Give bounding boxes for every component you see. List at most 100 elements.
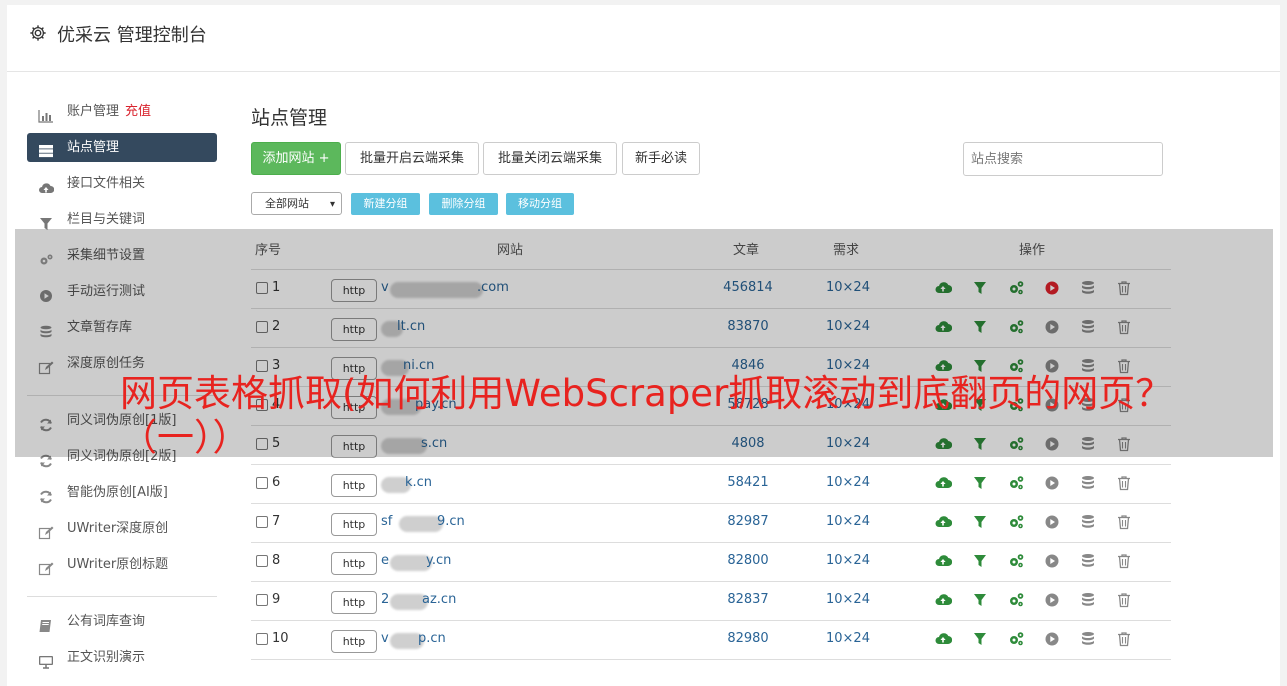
gear-icon: [30, 25, 46, 41]
new-group-button[interactable]: 新建分组: [351, 193, 420, 215]
cloud-upload-icon[interactable]: [934, 591, 953, 609]
gears-icon[interactable]: [1007, 474, 1025, 492]
delete-group-button[interactable]: 删除分组: [429, 193, 498, 215]
database-icon[interactable]: [1079, 552, 1097, 570]
demand-value[interactable]: 10×24: [801, 553, 895, 568]
table-row: 7 http sf 9.cn 82987 10×24: [251, 504, 1171, 543]
gears-icon[interactable]: [1007, 513, 1025, 531]
batch-open-cloud-button[interactable]: 批量开启云端采集: [345, 142, 479, 175]
demand-value[interactable]: 10×24: [801, 475, 895, 490]
sidebar-item-label: UWriter原创标题: [67, 557, 169, 572]
beginner-guide-button[interactable]: 新手必读: [622, 142, 700, 175]
edit-icon: [38, 522, 54, 540]
filter-icon[interactable]: [971, 552, 989, 570]
group-select[interactable]: 全部网站 ▾: [251, 192, 342, 215]
table-row: 9 http 2 az.cn 82837 10×24: [251, 582, 1171, 621]
demand-value[interactable]: 10×24: [801, 592, 895, 607]
site-suffix[interactable]: 9.cn: [437, 514, 465, 529]
site-prefix[interactable]: e: [381, 553, 389, 568]
row-checkbox[interactable]: [256, 477, 268, 489]
sidebar-item-15[interactable]: 正文识别演示: [27, 643, 217, 679]
database-icon[interactable]: [1079, 591, 1097, 609]
group-select-value: 全部网站: [265, 197, 309, 210]
recharge-link[interactable]: 充值: [125, 104, 151, 119]
demand-value[interactable]: 10×24: [801, 514, 895, 529]
monitor-icon: [38, 651, 54, 669]
chevron-down-icon: ▾: [329, 199, 335, 210]
bar-chart-icon: [38, 105, 54, 123]
sidebar-item-label: 账户管理: [67, 104, 120, 119]
trash-icon[interactable]: [1115, 474, 1133, 492]
cloud-upload-icon[interactable]: [934, 630, 953, 648]
table-row: 6 http k.cn 58421 10×24: [251, 465, 1171, 504]
batch-close-cloud-button[interactable]: 批量关闭云端采集: [483, 142, 617, 175]
row-checkbox[interactable]: [256, 633, 268, 645]
filter-icon: [38, 213, 54, 230]
site-prefix[interactable]: 2: [381, 592, 389, 607]
sidebar-item-2[interactable]: 站点管理: [27, 133, 217, 162]
cloud-upload-icon[interactable]: [934, 552, 953, 570]
sidebar-item-14[interactable]: 公有词库查询: [27, 607, 217, 643]
row-number: 7: [272, 514, 281, 529]
play-circle-icon[interactable]: [1043, 513, 1061, 531]
play-circle-icon[interactable]: [1043, 474, 1061, 492]
trash-icon[interactable]: [1115, 552, 1133, 570]
sidebar-item-label: 公有词库查询: [67, 614, 146, 629]
protocol-badge: http: [331, 513, 377, 536]
sidebar-item-11[interactable]: 智能伪原创[AI版]: [27, 478, 217, 514]
row-number: 10: [272, 631, 289, 646]
cloud-upload-icon[interactable]: [934, 513, 953, 531]
trash-icon[interactable]: [1115, 513, 1133, 531]
site-suffix[interactable]: k.cn: [405, 475, 432, 490]
row-actions: [934, 630, 1134, 650]
sidebar-item-12[interactable]: UWriter深度原创: [27, 514, 217, 550]
article-count[interactable]: 82987: [701, 514, 795, 529]
protocol-badge: http: [331, 630, 377, 653]
add-site-button[interactable]: 添加网站 +: [251, 142, 341, 175]
main-content: 站点管理 添加网站 + 批量开启云端采集 批量关闭云端采集 新手必读 全部网站 …: [251, 103, 1171, 660]
play-circle-icon[interactable]: [1043, 630, 1061, 648]
article-count[interactable]: 82800: [701, 553, 795, 568]
table-row: 10 http v p.cn 82980 10×24: [251, 621, 1171, 660]
demand-value[interactable]: 10×24: [801, 631, 895, 646]
row-checkbox[interactable]: [256, 516, 268, 528]
row-checkbox[interactable]: [256, 594, 268, 606]
filter-icon[interactable]: [971, 591, 989, 609]
sidebar-item-label: 站点管理: [67, 140, 120, 155]
site-prefix[interactable]: sf: [381, 514, 392, 529]
gears-icon[interactable]: [1007, 630, 1025, 648]
protocol-badge: http: [331, 552, 377, 575]
filter-icon[interactable]: [971, 474, 989, 492]
sidebar-item-label: UWriter深度原创: [67, 521, 169, 536]
site-suffix[interactable]: y.cn: [426, 553, 451, 568]
sidebar-item-3[interactable]: 接口文件相关: [27, 169, 217, 205]
site-suffix[interactable]: p.cn: [418, 631, 446, 646]
move-group-button[interactable]: 移动分组: [506, 193, 574, 215]
sidebar-item-label: 栏目与关键词: [67, 212, 146, 227]
sidebar-item-label: 接口文件相关: [67, 176, 146, 191]
sidebar-divider: [27, 596, 217, 597]
article-count[interactable]: 82980: [701, 631, 795, 646]
play-circle-icon[interactable]: [1043, 591, 1061, 609]
database-icon[interactable]: [1079, 513, 1097, 531]
row-actions: [934, 552, 1134, 572]
site-prefix[interactable]: v: [381, 631, 389, 646]
site-suffix[interactable]: az.cn: [422, 592, 456, 607]
site-search-input[interactable]: [963, 142, 1163, 176]
overlay-headline: 网页表格抓取(如何利用WebScraper抓取滚动到底翻页的网页？（一））: [120, 372, 1173, 459]
sidebar-item-13[interactable]: UWriter原创标题: [27, 550, 217, 586]
database-icon[interactable]: [1079, 474, 1097, 492]
row-checkbox[interactable]: [256, 555, 268, 567]
play-circle-icon[interactable]: [1043, 552, 1061, 570]
article-count[interactable]: 82837: [701, 592, 795, 607]
filter-icon[interactable]: [971, 630, 989, 648]
sidebar-item-1[interactable]: 账户管理 充值: [27, 97, 217, 133]
article-count[interactable]: 58421: [701, 475, 795, 490]
gears-icon[interactable]: [1007, 591, 1025, 609]
gears-icon[interactable]: [1007, 552, 1025, 570]
trash-icon[interactable]: [1115, 591, 1133, 609]
trash-icon[interactable]: [1115, 630, 1133, 648]
cloud-upload-icon[interactable]: [934, 474, 953, 492]
database-icon[interactable]: [1079, 630, 1097, 648]
filter-icon[interactable]: [971, 513, 989, 531]
